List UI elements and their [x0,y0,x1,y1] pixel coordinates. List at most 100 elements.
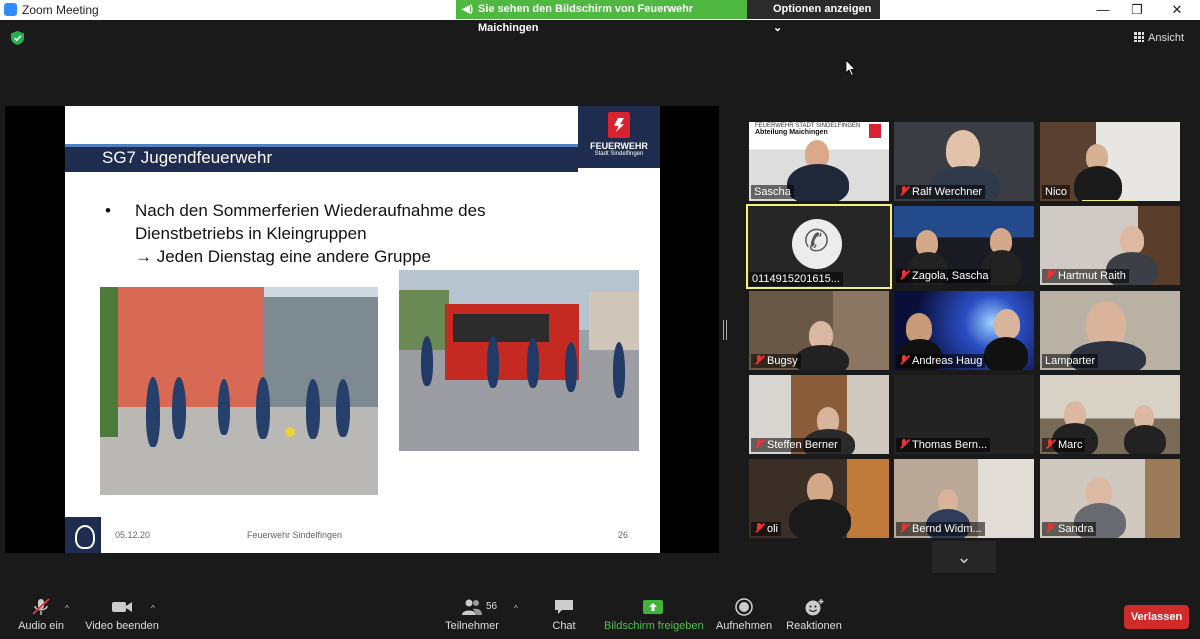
view-button-label: Ansicht [1148,32,1185,44]
sign-line-2: Abteilung Maichingen [755,129,828,136]
video-options-caret[interactable]: ^ [151,604,155,613]
participant-tile[interactable]: oli [749,459,889,538]
zoom-app-icon [4,3,17,16]
participants-label: Teilnehmer [445,620,499,632]
participant-tile[interactable]: Bugsy [749,291,889,370]
view-button[interactable]: Ansicht [1134,29,1184,47]
muted-mic-icon [1045,523,1055,533]
participant-tile[interactable]: Zagola, Sascha [894,206,1034,285]
participant-name: Thomas Bern... [896,438,991,452]
window-title: Zoom Meeting [22,3,99,17]
participant-name: Nico [1042,185,1071,199]
muted-mic-icon [899,523,909,533]
muted-mic-icon [899,439,909,449]
muted-mic-icon [899,186,909,196]
meeting-toolbar: Audio ein ^ Video beenden ^ Teilnehmer 5… [0,591,1200,639]
chat-label: Chat [552,620,576,632]
participant-name: Sascha [751,185,794,199]
chevron-down-icon: ⌄ [773,22,783,34]
banner-text: Sie sehen den Bildschirm von Feuerwehr M… [478,3,694,34]
share-screen-icon [643,600,663,614]
muted-mic-icon [899,270,909,280]
group-photo-building [100,287,378,495]
gallery-scroll-down-button[interactable]: ⌄ [932,541,996,573]
muted-mic-icon [1045,439,1055,449]
participant-tile[interactable]: Bernd Widm... [894,459,1034,538]
participant-tile[interactable]: Sandra [1040,459,1180,538]
group-photo-fire-truck [399,270,639,451]
participant-name: Ralf Werchner [896,185,986,199]
muted-mic-icon [754,439,764,449]
participant-name: Zagola, Sascha [896,269,992,283]
participant-tile[interactable]: Hartmut Raith [1040,206,1180,285]
share-screen-button[interactable]: Bildschirm freigeben [604,591,704,639]
logo-subtitle: Stadt Sindelfingen [594,151,644,157]
participant-name: Sandra [1042,522,1097,536]
muted-mic-icon [754,523,764,533]
audio-options-caret[interactable]: ^ [65,604,69,613]
slide-title: SG7 Jugendfeuerwehr [102,148,273,167]
participant-name: Steffen Berner [751,438,841,452]
participant-tile[interactable]: Andreas Haug [894,291,1034,370]
share-screen-label: Bildschirm freigeben [604,620,704,632]
panel-resize-handle[interactable] [723,320,727,340]
audio-button[interactable]: Audio ein [10,591,72,639]
participant-name: oli [751,522,782,536]
participant-name: Bernd Widm... [896,522,985,536]
participant-tile[interactable]: Steffen Berner [749,375,889,454]
bullet-line-3: → Jeden Dienstag eine andere Gruppe [135,247,431,266]
presentation-slide: FEUERWEHR Stadt Sindelfingen SG7 Jugendf… [65,106,660,553]
participant-tile[interactable]: Lamparter [1040,291,1180,370]
leave-meeting-button[interactable]: Verlassen [1124,605,1189,629]
cursor-icon [846,60,856,76]
participants-button[interactable]: Teilnehmer [442,591,502,639]
participants-icon [462,599,482,615]
reactions-label: Reaktionen [786,620,842,632]
view-options-label: Optionen anzeigen [773,3,872,15]
close-button[interactable]: ✕ [1154,0,1200,20]
muted-mic-icon [754,355,764,365]
grid-icon [1134,32,1144,42]
participant-name: 0114915201615... [749,272,843,286]
mic-off-icon [32,598,50,615]
muted-mic-icon [899,355,909,365]
participants-count: 56 [486,601,498,612]
video-button[interactable]: Video beenden [84,591,160,639]
participant-tile[interactable]: Nico [1040,122,1180,201]
participant-name: Andreas Haug [896,354,986,368]
participant-tile[interactable]: 0114915201615... [746,204,892,289]
record-label: Aufnehmen [715,620,773,632]
participant-name: Bugsy [751,354,801,368]
phone-icon [792,219,842,269]
record-button[interactable]: Aufnehmen [714,591,774,639]
video-label: Video beenden [85,620,159,632]
bullet-line-1: Nach den Sommerferien Wiederaufnahme des [135,201,486,220]
audio-label: Audio ein [18,620,64,632]
reactions-icon [805,599,824,616]
muted-mic-icon [1045,270,1055,280]
participant-tile[interactable]: Thomas Bern... [894,375,1034,454]
logo-title: FEUERWEHR [590,141,648,151]
participant-name: Lamparter [1042,354,1099,368]
participant-name: Marc [1042,438,1086,452]
participant-tile[interactable]: FEUERWEHR STADT SINDELFINGEN Abteilung M… [749,122,889,201]
participant-tile[interactable]: Marc [1040,375,1180,454]
participant-name: Hartmut Raith [1042,269,1129,283]
view-options-button[interactable]: Optionen anzeigen ⌄ [747,0,880,34]
slide-footer-date: 05.12.20 [115,530,151,540]
chat-icon [555,600,573,614]
video-icon [112,602,132,612]
participants-options-caret[interactable]: ^ [514,604,518,613]
reactions-button[interactable]: Reaktionen [785,591,843,639]
footer-logo [65,517,101,553]
slide-footer-org: Feuerwehr Sindelfingen [247,530,343,540]
viewing-share-banner: ◀) Sie sehen den Bildschirm von Feuerweh… [456,0,747,34]
slide-page-number: 26 [618,530,629,540]
speaker-icon: ◀) [462,4,474,15]
chat-button[interactable]: Chat [540,591,588,639]
participant-tile[interactable]: Ralf Werchner [894,122,1034,201]
bullet-marker: • [105,201,111,220]
fire-department-logo: FEUERWEHR Stadt Sindelfingen [578,106,660,168]
record-icon [735,598,753,616]
shield-icon[interactable] [11,31,24,45]
